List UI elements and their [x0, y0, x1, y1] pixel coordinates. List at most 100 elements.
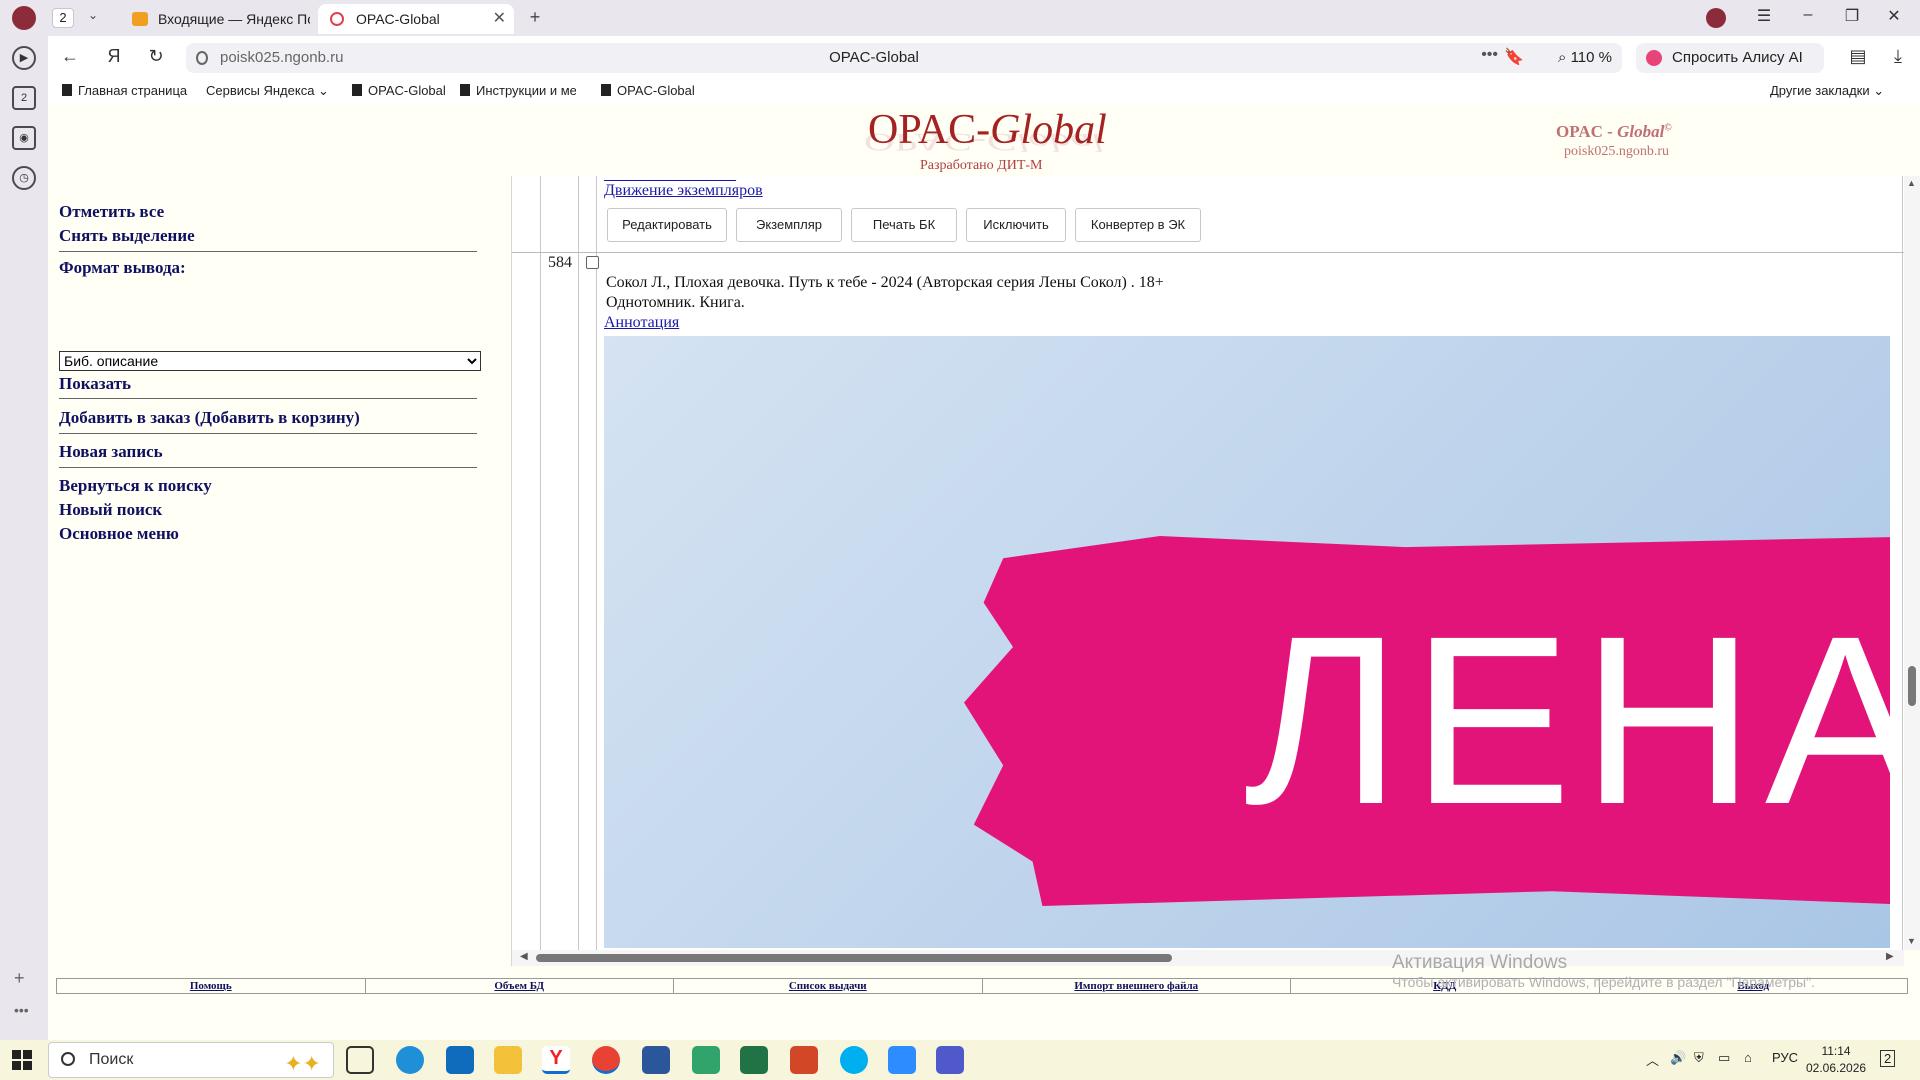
tray-chevron-up-icon[interactable]: ︿	[1646, 1050, 1659, 1069]
opac-page: OPAC-Global OPAC-Global Разработано ДИТ-…	[48, 104, 1920, 1040]
horizontal-scrollbar[interactable]: ◀ ▶	[512, 950, 1904, 966]
opac-footer: Помощь Объем БД Список выдачи Импорт вне…	[48, 952, 1920, 1040]
page-icon	[601, 84, 611, 96]
ask-alice-button[interactable]: Спросить Алису AI	[1636, 43, 1824, 73]
vertical-scroll-thumb[interactable]	[1908, 666, 1916, 706]
zoom-indicator[interactable]: ⌕ 110 %	[1548, 43, 1622, 73]
powerpoint-icon[interactable]	[790, 1046, 818, 1074]
edit-button[interactable]: Редактировать	[607, 208, 727, 242]
bookmark-yandex-services[interactable]: Сервисы Яндекса ⌄	[206, 83, 329, 99]
reload-icon[interactable]: ↻	[144, 46, 168, 67]
convert-to-ek-button[interactable]: Конвертер в ЭК	[1075, 208, 1201, 242]
word-icon[interactable]	[642, 1046, 670, 1074]
back-to-search-link[interactable]: Вернуться к поиску	[59, 476, 212, 496]
deselect-link[interactable]: Снять выделение	[59, 226, 195, 246]
notifications-icon[interactable]: 2	[1880, 1050, 1896, 1067]
show-link[interactable]: Показать	[59, 374, 131, 394]
restore-icon[interactable]: ❐	[1840, 6, 1864, 26]
chevron-down-icon[interactable]: ⌄	[88, 8, 98, 22]
teams-icon[interactable]	[936, 1046, 964, 1074]
minimize-icon[interactable]: –	[1796, 6, 1820, 24]
url-field[interactable]: OPAC-Global poisk025.ngonb.ru ••• 🔖	[186, 43, 1562, 73]
record-description: Сокол Л., Плохая девочка. Путь к тебе - …	[606, 274, 1164, 291]
bookmark-home[interactable]: Главная страница	[62, 83, 190, 98]
yandex-browser-icon[interactable]: Y	[542, 1046, 570, 1074]
page-title: OPAC-Global	[829, 49, 919, 66]
tabs-count-icon[interactable]: 2	[12, 86, 36, 110]
taskbar-search[interactable]: Поиск ✦✦	[48, 1042, 334, 1078]
bookmark-opac-1[interactable]: OPAC-Global	[352, 83, 446, 98]
add-panel-plus-icon[interactable]: +	[14, 968, 25, 989]
zoom-icon[interactable]	[888, 1046, 916, 1074]
left-control-panel: Отметить все Снять выделение Формат выво…	[48, 176, 512, 966]
items-movement-link[interactable]: Движение экземпляров	[604, 182, 763, 200]
scroll-right-arrow-icon[interactable]: ▶	[1886, 951, 1894, 962]
annotation-link[interactable]: Аннотация	[604, 314, 679, 332]
other-bookmarks[interactable]: Другие закладки ⌄	[1770, 83, 1884, 99]
copy-button[interactable]: Экземпляр	[736, 208, 842, 242]
exclude-button[interactable]: Исключить	[966, 208, 1066, 242]
search-icon	[61, 1052, 75, 1066]
security-icon[interactable]: ⛨	[1694, 1050, 1704, 1066]
volume-icon[interactable]: 🔊	[1670, 1050, 1686, 1066]
outlook-icon[interactable]	[446, 1046, 474, 1074]
screenshot-icon[interactable]: ◉	[12, 126, 36, 150]
main-menu-link[interactable]: Основное меню	[59, 524, 179, 544]
add-to-order-link[interactable]: Добавить в заказ (Добавить в корзину)	[59, 408, 360, 428]
yandex-icon[interactable]: Я	[102, 46, 126, 67]
bookmark-icon[interactable]: 🔖	[1504, 47, 1524, 67]
chevron-down-icon: ⌄	[1873, 83, 1885, 98]
output-format-select[interactable]: Биб. описание	[59, 351, 481, 371]
bookmark-instructions[interactable]: Инструкции и ме	[460, 83, 576, 98]
tab-opac-global[interactable]: OPAC-Global ✕	[318, 4, 514, 34]
close-tab-icon[interactable]: ✕	[493, 4, 506, 34]
print-card-button[interactable]: Печать БК	[851, 208, 957, 242]
download-icon[interactable]: ⤓	[1886, 46, 1910, 67]
history-clock-icon[interactable]: ◷	[12, 166, 36, 190]
scroll-up-arrow-icon[interactable]: ▲	[1907, 178, 1916, 188]
account-avatar[interactable]	[1706, 8, 1726, 28]
chrome-icon[interactable]	[592, 1046, 620, 1074]
scroll-left-arrow-icon[interactable]: ◀	[520, 951, 528, 962]
footer-import-link[interactable]: Импорт внешнего файла	[983, 979, 1291, 993]
bookmark-opac-2[interactable]: OPAC-Global	[601, 83, 695, 98]
footer-help-link[interactable]: Помощь	[57, 979, 366, 993]
more-actions-icon[interactable]: •••	[1481, 46, 1498, 64]
column-divider	[596, 176, 597, 950]
battery-icon[interactable]: ▭	[1718, 1050, 1730, 1066]
book-cover-image[interactable]: ЛЕНА	[604, 336, 1890, 948]
footer-db-size-link[interactable]: Объем БД	[366, 979, 674, 993]
skype-icon[interactable]	[840, 1046, 868, 1074]
edge-icon[interactable]	[396, 1046, 424, 1074]
divider	[59, 467, 477, 468]
scroll-down-arrow-icon[interactable]: ▼	[1907, 936, 1916, 946]
footer-loans-link[interactable]: Список выдачи	[674, 979, 983, 993]
opac-header: OPAC-Global OPAC-Global Разработано ДИТ-…	[48, 104, 1920, 176]
excel-icon[interactable]	[740, 1046, 768, 1074]
new-search-link[interactable]: Новый поиск	[59, 500, 162, 520]
task-view-icon[interactable]	[346, 1046, 374, 1074]
divider	[59, 398, 477, 399]
input-language[interactable]: РУС	[1772, 1050, 1798, 1065]
file-explorer-icon[interactable]	[494, 1046, 522, 1074]
record-checkbox[interactable]	[586, 256, 599, 269]
select-all-link[interactable]: Отметить все	[59, 202, 164, 222]
tab-yandex-mail[interactable]: Входящие — Яндекс Почта	[120, 4, 310, 34]
more-dots-icon[interactable]: •••	[14, 1002, 29, 1018]
windows-start-icon[interactable]	[12, 1050, 32, 1070]
new-tab-plus-icon[interactable]: +	[524, 6, 546, 28]
play-icon[interactable]: ▶	[12, 46, 36, 70]
new-record-link[interactable]: Новая запись	[59, 442, 163, 462]
horizontal-scroll-thumb[interactable]	[536, 954, 1172, 962]
publisher-icon[interactable]	[692, 1046, 720, 1074]
menu-hamburger-icon[interactable]: ☰	[1752, 6, 1776, 26]
network-icon[interactable]: ⌂	[1744, 1050, 1752, 1065]
profile-avatar[interactable]	[12, 6, 36, 30]
vertical-scrollbar[interactable]: ▲ ▼	[1904, 176, 1920, 950]
collections-icon[interactable]: ▤	[1846, 46, 1870, 67]
clock[interactable]: 11:14 02.06.2026	[1806, 1043, 1866, 1077]
close-window-icon[interactable]: ✕	[1882, 6, 1906, 26]
windows-activation-title: Активация Windows	[1392, 952, 1568, 973]
back-arrow-icon[interactable]: ←	[58, 46, 82, 67]
tab-counter[interactable]: 2	[52, 8, 74, 28]
